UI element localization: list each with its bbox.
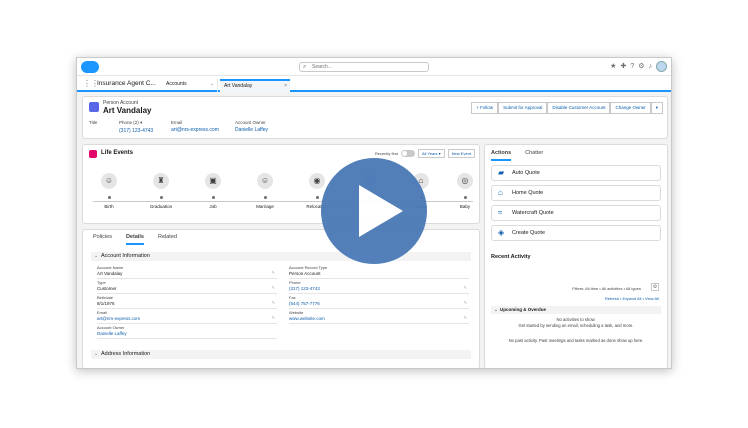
- video-play-button[interactable]: [321, 158, 427, 264]
- disable-account-button[interactable]: Disable Customer Account: [547, 102, 611, 114]
- highlight-field-title: Title: [89, 120, 98, 125]
- field-website: Website www.website.com ✎: [289, 310, 469, 324]
- upcoming-overdue-section[interactable]: ⌄ Upcoming & Overdue: [491, 306, 661, 314]
- person-icon: ☺: [101, 173, 117, 189]
- get-started-text: Get started by sending an email, schedul…: [518, 323, 634, 328]
- filter-gear-icon[interactable]: ⚙: [651, 283, 659, 291]
- bell-icon[interactable]: ♪: [649, 62, 653, 72]
- new-event-button[interactable]: New Event: [447, 149, 475, 158]
- auto-quote-button[interactable]: ▰ Auto Quote: [491, 165, 661, 181]
- gear-icon[interactable]: ⚙: [638, 62, 644, 72]
- page-title: Art Vandalay: [103, 106, 152, 115]
- highlight-field-phone: Phone (2) ▾ (317) 123-4743: [119, 120, 154, 134]
- chevron-down-icon: ⌄: [94, 253, 99, 259]
- search-placeholder: Search...: [312, 64, 333, 70]
- location-pin-icon: ◉: [309, 173, 325, 189]
- edit-icon[interactable]: ✎: [272, 285, 275, 290]
- tab-details[interactable]: Details: [125, 234, 144, 245]
- life-events-icon: [89, 150, 97, 158]
- activity-filters[interactable]: Filters: All time • All activities • All…: [572, 286, 641, 291]
- car-icon: ▰: [498, 168, 505, 177]
- event-marriage[interactable]: ☺ Marriage: [245, 173, 285, 209]
- help-icon[interactable]: ?: [630, 62, 634, 72]
- edit-icon[interactable]: ✎: [464, 300, 467, 305]
- play-icon: [359, 185, 403, 237]
- search-input[interactable]: ⌕ Search...: [299, 62, 429, 72]
- tab-chatter[interactable]: Chatter: [525, 150, 543, 161]
- briefcase-icon: ▣: [205, 173, 221, 189]
- account-information-section[interactable]: ⌄ Account Information: [91, 252, 471, 261]
- side-tabs: Actions Chatter: [491, 150, 543, 161]
- field-fax: Fax (544) 757-7776 ✎: [289, 295, 469, 309]
- salesforce-logo[interactable]: [81, 61, 99, 73]
- watercraft-quote-button[interactable]: ≈ Watercraft Quote: [491, 205, 661, 221]
- field-account-name: Account Name Art Vandalay ✎: [97, 265, 277, 279]
- follow-button[interactable]: + Follow: [471, 102, 499, 114]
- field-type: Type Customer ✎: [97, 280, 277, 294]
- search-icon: ⌕: [303, 64, 307, 70]
- favorites-icon[interactable]: ★: [610, 62, 616, 72]
- tag-icon: ◈: [498, 228, 505, 237]
- edit-icon[interactable]: ✎: [272, 315, 275, 320]
- record-header: Person Account Art Vandalay + Follow Sub…: [82, 96, 668, 139]
- tab-policies[interactable]: Policies: [93, 234, 112, 245]
- more-actions-button[interactable]: ▾: [650, 102, 663, 114]
- close-icon[interactable]: ×: [284, 81, 287, 92]
- baby-icon: ◎: [457, 173, 473, 189]
- address-information-section[interactable]: ⌄ Address Information: [91, 350, 471, 359]
- life-events-controls: Recently first All Years ▾ New Event: [375, 149, 475, 158]
- tab-accounts[interactable]: Accounts ⌄: [162, 79, 218, 92]
- tab-label: Accounts: [166, 81, 187, 87]
- chevron-down-icon[interactable]: ⌄: [210, 79, 214, 90]
- no-past-activity-text: No past activity. Past meetings and task…: [508, 338, 644, 343]
- edit-icon[interactable]: ✎: [464, 315, 467, 320]
- edit-icon[interactable]: ✎: [272, 300, 275, 305]
- app-name: Insurance Agent C...: [97, 80, 156, 87]
- event-birth[interactable]: ☺ Birth: [89, 173, 129, 209]
- field-birthdate: Birthdate 8/1/1976 ✎: [97, 295, 277, 309]
- add-icon[interactable]: ✚: [620, 62, 626, 72]
- create-quote-button[interactable]: ◈ Create Quote: [491, 225, 661, 241]
- recently-first-toggle[interactable]: [400, 150, 415, 157]
- chevron-down-icon: ⌄: [94, 351, 99, 357]
- field-phone: Phone (317) 123-4743 ✎: [289, 280, 469, 294]
- nav-bar: ⋮⋮ Insurance Agent C... Accounts ⌄ Art V…: [77, 76, 671, 92]
- avatar[interactable]: [656, 61, 667, 72]
- recent-activity-title: Recent Activity: [491, 254, 531, 260]
- details-tabs: Policies Details Related: [93, 234, 177, 245]
- details-card: Policies Details Related ⌄ Account Infor…: [82, 229, 480, 368]
- header-icons: ★ ✚ ? ⚙ ♪: [610, 61, 667, 72]
- tab-label: Art Vandalay: [224, 83, 253, 89]
- event-baby[interactable]: ◎ Baby: [445, 173, 485, 209]
- graduation-icon: ♜: [153, 173, 169, 189]
- recently-first-label: Recently first: [374, 151, 398, 156]
- event-job[interactable]: ▣ Job: [193, 173, 233, 209]
- tab-art-vandalay[interactable]: Art Vandalay ×: [220, 79, 290, 92]
- activity-links[interactable]: Refresh • Expand All • View All: [605, 296, 659, 301]
- home-icon: ⌂: [498, 188, 503, 197]
- submit-approval-button[interactable]: Submit for Approval: [498, 102, 548, 114]
- highlight-field-owner: Account Owner Danielle Laffey: [235, 120, 268, 133]
- field-email: Email art@nrs-express.com ✎: [97, 310, 277, 324]
- field-account-record-type: Account Record Type Person Account: [289, 265, 469, 279]
- all-years-select[interactable]: All Years ▾: [417, 149, 445, 158]
- actions-card: Actions Chatter ▰ Auto Quote ⌂ Home Quot…: [484, 144, 668, 368]
- edit-icon[interactable]: ✎: [464, 285, 467, 290]
- tab-related[interactable]: Related: [158, 234, 177, 245]
- tab-actions[interactable]: Actions: [491, 150, 512, 161]
- home-quote-button[interactable]: ⌂ Home Quote: [491, 185, 661, 201]
- highlight-field-email: Email art@nrs-express.com: [171, 120, 219, 133]
- couple-icon: ☺: [257, 173, 273, 189]
- life-events-title: Life Events: [101, 150, 134, 156]
- change-owner-button[interactable]: Change Owner: [610, 102, 651, 114]
- waves-icon: ≈: [498, 208, 503, 217]
- global-header: ⌕ Search... ★ ✚ ? ⚙ ♪: [77, 58, 671, 76]
- edit-icon[interactable]: ✎: [272, 270, 275, 275]
- field-account-owner: Account Owner Danielle Laffey: [97, 325, 277, 339]
- person-account-icon: [89, 102, 99, 112]
- event-graduation[interactable]: ♜ Graduation: [141, 173, 181, 209]
- record-actions: + Follow Submit for Approval Disable Cus…: [471, 102, 663, 114]
- chevron-down-icon: ⌄: [494, 307, 498, 312]
